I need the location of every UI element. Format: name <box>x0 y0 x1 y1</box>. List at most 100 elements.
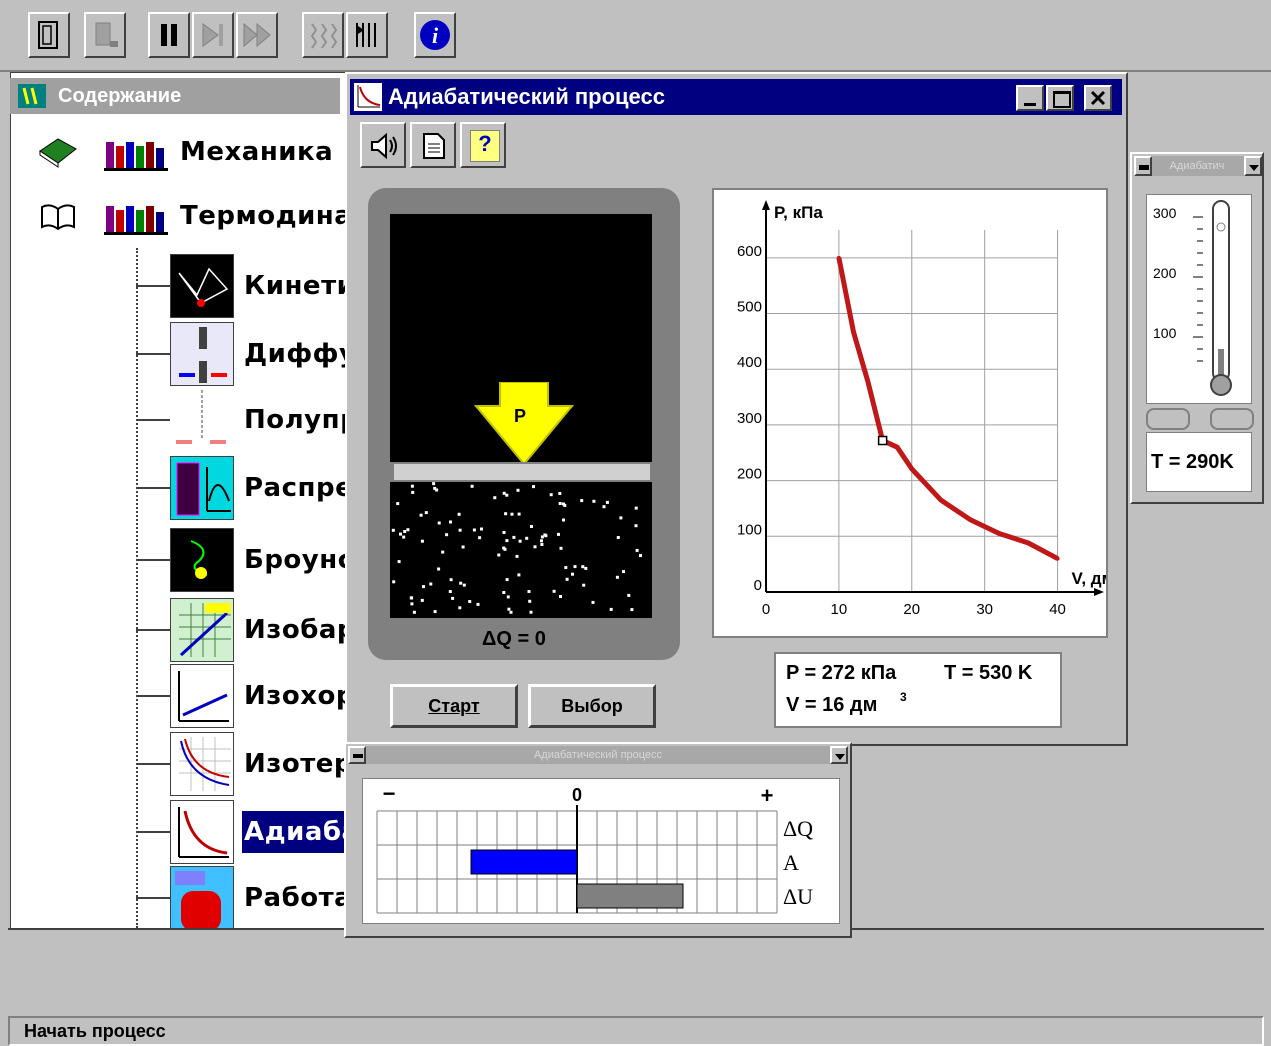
gas-particle <box>532 485 535 489</box>
adiabatic-thumbnail-icon <box>170 800 234 864</box>
energy-chart-panel: − 0 + ΔQ A ΔU <box>362 778 840 924</box>
gas-particle <box>571 572 574 576</box>
maximize-button[interactable] <box>1046 85 1074 111</box>
maximize-icon <box>1053 91 1071 108</box>
gas-particle <box>557 532 560 536</box>
tree-item[interactable]: Изобар <box>136 598 356 662</box>
energy-window: Адиабатический процесс − 0 + ΔQ A ΔU <box>344 742 852 938</box>
pressure-readout: P = 272 кПа <box>786 662 897 684</box>
gas-particle <box>634 524 638 528</box>
thermometer-up-button[interactable] <box>1210 408 1254 430</box>
y-tick-label: 500 <box>737 299 762 316</box>
help-button[interactable]: ? <box>460 122 506 168</box>
energy-bar <box>576 883 684 909</box>
gas-particle <box>459 581 463 585</box>
exit-button[interactable] <box>28 12 70 58</box>
close-button[interactable] <box>1084 85 1112 111</box>
gas-particle <box>558 502 562 505</box>
x-axis-arrow <box>1094 588 1104 596</box>
energy-menu-button[interactable] <box>348 746 366 764</box>
gas-particle <box>420 539 424 543</box>
minimize-button[interactable] <box>1016 85 1044 111</box>
thermometer-menu-button[interactable] <box>1134 156 1152 176</box>
energy-titlebar[interactable]: Адиабатический процесс <box>348 746 848 764</box>
thermometer-tick-label: 100 <box>1153 325 1177 341</box>
gas-particle <box>573 565 577 569</box>
status-text: Начать процесс <box>24 1021 166 1041</box>
tree-section-mechanics[interactable]: Механика <box>36 120 333 184</box>
gas-particle <box>505 578 509 582</box>
isothermal-thumbnail-icon <box>170 732 234 796</box>
energy-dropdown-button[interactable] <box>830 746 848 764</box>
gas-particle <box>518 539 522 543</box>
curve-point <box>1026 540 1031 545</box>
tree-item[interactable]: Кинети <box>136 254 355 318</box>
gas-particle <box>502 591 506 594</box>
gas-particle <box>592 499 596 503</box>
gas-particle <box>410 484 414 488</box>
gas-particle <box>529 610 533 614</box>
main-window-titlebar[interactable]: Адиабатический процесс <box>350 79 1122 115</box>
tree-item[interactable]: Полупр <box>136 388 359 452</box>
tree-section-label: Механика <box>180 137 334 167</box>
choice-button[interactable]: Выбор <box>528 684 656 728</box>
info-button[interactable]: i <box>414 12 456 58</box>
x-tick-label: 30 <box>976 601 993 618</box>
tree-item[interactable]: Работа <box>136 866 352 930</box>
gas-particle <box>411 490 415 494</box>
thermometer-scale-panel: 300 200 100 <box>1146 194 1252 404</box>
sound-button[interactable] <box>360 122 406 168</box>
contents-title: Содержание <box>58 85 182 107</box>
gas-particle <box>630 608 634 612</box>
columns-button[interactable] <box>346 12 388 58</box>
gas-particle <box>564 566 568 570</box>
tree-section-thermodynamics[interactable]: Термодинак <box>36 184 370 248</box>
grid-button[interactable] <box>302 12 344 58</box>
gas-particle <box>429 582 433 586</box>
columns-icon <box>356 23 376 47</box>
step-forward-button[interactable] <box>192 12 234 58</box>
tree-item[interactable]: Распре <box>136 456 353 520</box>
gas-particle <box>580 499 584 503</box>
curve-point <box>997 531 1002 536</box>
gas-particle <box>505 493 509 497</box>
energy-bar <box>470 849 578 875</box>
curve-point <box>909 466 914 471</box>
gas-particle <box>419 513 423 517</box>
tree-item[interactable]: Изотер <box>136 732 353 796</box>
energy-title: Адиабатический процесс <box>533 749 663 761</box>
gas-particle <box>549 493 553 497</box>
fast-forward-button[interactable] <box>236 12 278 58</box>
thermometer-gauge <box>1193 200 1232 396</box>
volume-readout: V = 16 дм <box>786 694 878 716</box>
step-back-button[interactable] <box>84 12 126 58</box>
gas-particle <box>559 595 562 598</box>
start-button[interactable]: Старт <box>390 684 518 728</box>
thermometer-down-button[interactable] <box>1146 408 1190 430</box>
pause-button[interactable] <box>148 12 190 58</box>
work-thumbnail-icon <box>170 866 234 930</box>
gas-particle <box>562 518 565 522</box>
gas-particle <box>622 570 625 574</box>
tree-item[interactable]: Броунс <box>136 528 354 592</box>
document-button[interactable] <box>410 122 456 168</box>
y-axis-label: P, кПа <box>774 203 823 222</box>
gas-particle <box>478 536 482 540</box>
gas-particle <box>457 512 461 516</box>
thermometer-titlebar[interactable]: Адиабатич <box>1134 156 1260 176</box>
tree-item[interactable]: Диффу <box>136 322 356 386</box>
speaker-icon <box>371 132 397 160</box>
gas-particle <box>472 528 476 532</box>
pressure-curve <box>836 257 1059 561</box>
tree-item[interactable]: Изохор <box>136 664 355 728</box>
curve-point <box>851 329 856 334</box>
gas-particle <box>402 535 406 539</box>
piston[interactable] <box>392 462 652 482</box>
tree-item-selected[interactable]: Адиаба <box>136 800 359 864</box>
gas-particle <box>396 502 400 506</box>
gas-particle <box>635 548 639 552</box>
chevron-down-icon <box>1249 165 1259 171</box>
thermometer-dropdown-button[interactable] <box>1244 156 1262 176</box>
contents-header[interactable]: Содержание <box>10 78 340 114</box>
tree-item-label: Распре <box>244 473 354 503</box>
